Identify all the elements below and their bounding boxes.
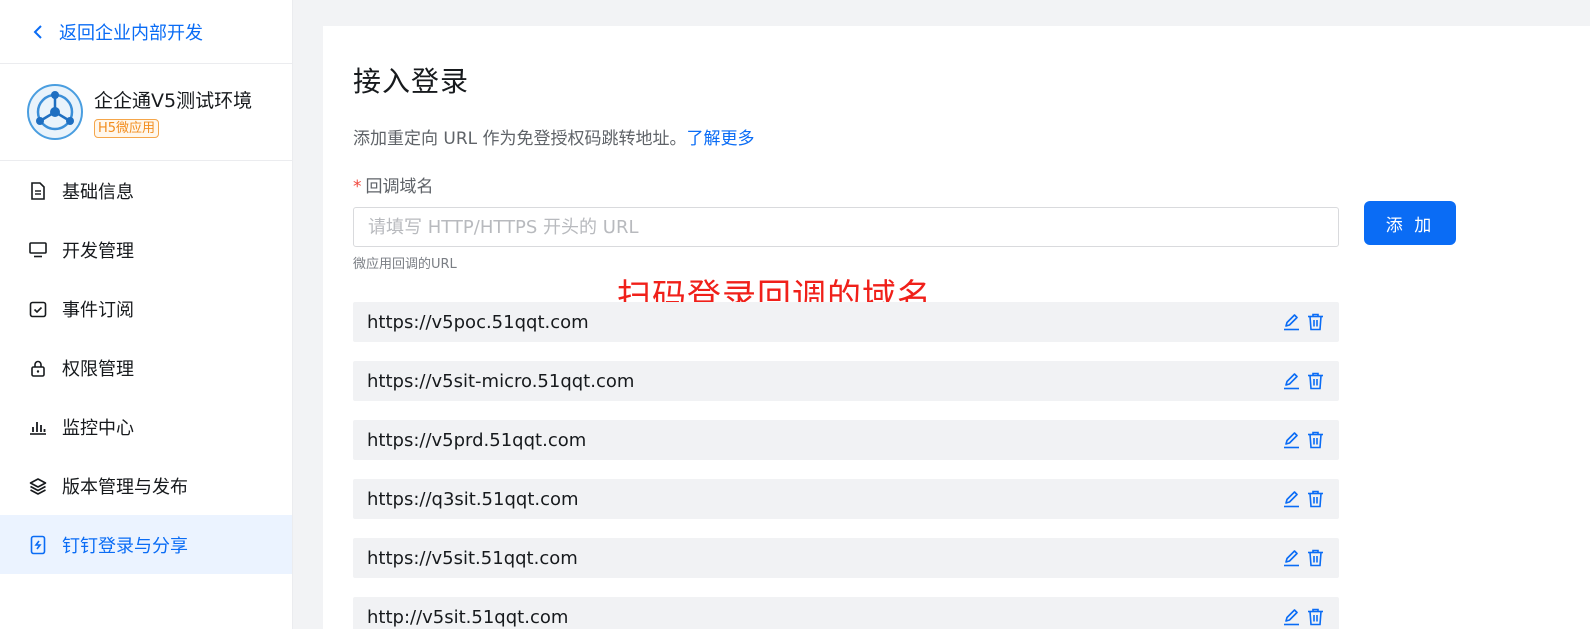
app-root: 返回企业内部开发 企企通V5测试环境 H5微应用 基础信息 开发管理 事件订阅 … (0, 0, 1590, 629)
field-label-text: 回调域名 (365, 177, 434, 197)
url-text: https://v5sit-micro.51qqt.com (367, 370, 635, 392)
top-bar (293, 0, 1590, 26)
callback-domain-label: * 回调域名 (353, 172, 1590, 197)
sidebar-nav: 基础信息 开发管理 事件订阅 权限管理 监控中心 版本管理与发布 钉钉登录与分享 (0, 161, 292, 574)
sidebar-item-monitoring[interactable]: 监控中心 (0, 397, 292, 456)
url-list-item: https://v5sit-micro.51qqt.com (353, 361, 1339, 401)
url-actions (1282, 549, 1325, 568)
sidebar-item-dev-management[interactable]: 开发管理 (0, 220, 292, 279)
sidebar-item-label: 基础信息 (62, 181, 134, 203)
sidebar: 返回企业内部开发 企企通V5测试环境 H5微应用 基础信息 开发管理 事件订阅 … (0, 0, 293, 629)
edit-icon[interactable] (1282, 549, 1301, 568)
calendar-check-icon (29, 300, 47, 318)
edit-icon[interactable] (1282, 313, 1301, 332)
edit-icon[interactable] (1282, 372, 1301, 391)
trash-icon[interactable] (1306, 608, 1325, 627)
sidebar-item-label: 权限管理 (62, 358, 134, 380)
url-list-item: http://v5sit.51qqt.com (353, 597, 1339, 629)
callback-url-input[interactable] (353, 207, 1339, 247)
input-row: 添 加 (353, 201, 1590, 247)
url-actions (1282, 372, 1325, 391)
sidebar-item-event-subscription[interactable]: 事件订阅 (0, 279, 292, 338)
trash-icon[interactable] (1306, 313, 1325, 332)
sidebar-item-basic-info[interactable]: 基础信息 (0, 161, 292, 220)
bar-chart-icon (29, 418, 47, 436)
url-list-item: https://q3sit.51qqt.com (353, 479, 1339, 519)
url-actions (1282, 490, 1325, 509)
sidebar-item-label: 开发管理 (62, 240, 134, 262)
url-list-item: https://v5prd.51qqt.com (353, 420, 1339, 460)
app-type-badge: H5微应用 (94, 119, 160, 138)
trash-icon[interactable] (1306, 549, 1325, 568)
back-link-label: 返回企业内部开发 (59, 22, 203, 44)
sidebar-item-label: 版本管理与发布 (62, 476, 188, 498)
trash-icon[interactable] (1306, 431, 1325, 450)
url-text: https://v5sit.51qqt.com (367, 547, 578, 569)
app-logo (27, 84, 83, 140)
url-list-item: https://v5poc.51qqt.com (353, 302, 1339, 342)
field-hint: 微应用回调的URL (353, 257, 457, 272)
url-actions (1282, 431, 1325, 450)
url-text: https://v5poc.51qqt.com (367, 311, 589, 333)
app-name: 企企通V5测试环境 (94, 90, 253, 112)
lock-icon (29, 359, 47, 377)
add-button[interactable]: 添 加 (1364, 201, 1456, 245)
phone-share-icon (29, 535, 47, 554)
trash-icon[interactable] (1306, 490, 1325, 509)
sidebar-item-version-release[interactable]: 版本管理与发布 (0, 456, 292, 515)
callback-url-list: https://v5poc.51qqt.com https://v5sit-mi… (353, 302, 1339, 629)
edit-icon[interactable] (1282, 490, 1301, 509)
app-info: 企企通V5测试环境 H5微应用 (94, 86, 252, 138)
url-actions (1282, 313, 1325, 332)
page-description: 添加重定向 URL 作为免登授权码跳转地址。了解更多 (353, 124, 1590, 149)
edit-icon[interactable] (1282, 608, 1301, 627)
sidebar-item-label: 钉钉登录与分享 (62, 535, 188, 557)
url-actions (1282, 608, 1325, 627)
required-mark: * (353, 177, 362, 197)
monitor-icon (29, 241, 47, 259)
url-text: https://v5prd.51qqt.com (367, 429, 587, 451)
sidebar-item-permissions[interactable]: 权限管理 (0, 338, 292, 397)
url-text: http://v5sit.51qqt.com (367, 606, 569, 628)
document-icon (29, 181, 47, 200)
sidebar-item-label: 监控中心 (62, 417, 134, 439)
url-text: https://q3sit.51qqt.com (367, 488, 579, 510)
url-list-item: https://v5sit.51qqt.com (353, 538, 1339, 578)
back-link[interactable]: 返回企业内部开发 (0, 0, 292, 64)
chevron-left-icon (33, 24, 42, 39)
page-title: 接入登录 (353, 65, 470, 98)
app-card: 企企通V5测试环境 H5微应用 (0, 64, 292, 161)
layers-icon (29, 477, 47, 495)
learn-more-link[interactable]: 了解更多 (687, 129, 755, 149)
trash-icon[interactable] (1306, 372, 1325, 391)
edit-icon[interactable] (1282, 431, 1301, 450)
sidebar-item-label: 事件订阅 (62, 299, 134, 321)
sidebar-item-dingtalk-login-share[interactable]: 钉钉登录与分享 (0, 515, 292, 574)
description-text: 添加重定向 URL 作为免登授权码跳转地址。 (353, 129, 687, 149)
main-panel: 接入登录 添加重定向 URL 作为免登授权码跳转地址。了解更多 *回调域名 添 … (323, 26, 1590, 629)
